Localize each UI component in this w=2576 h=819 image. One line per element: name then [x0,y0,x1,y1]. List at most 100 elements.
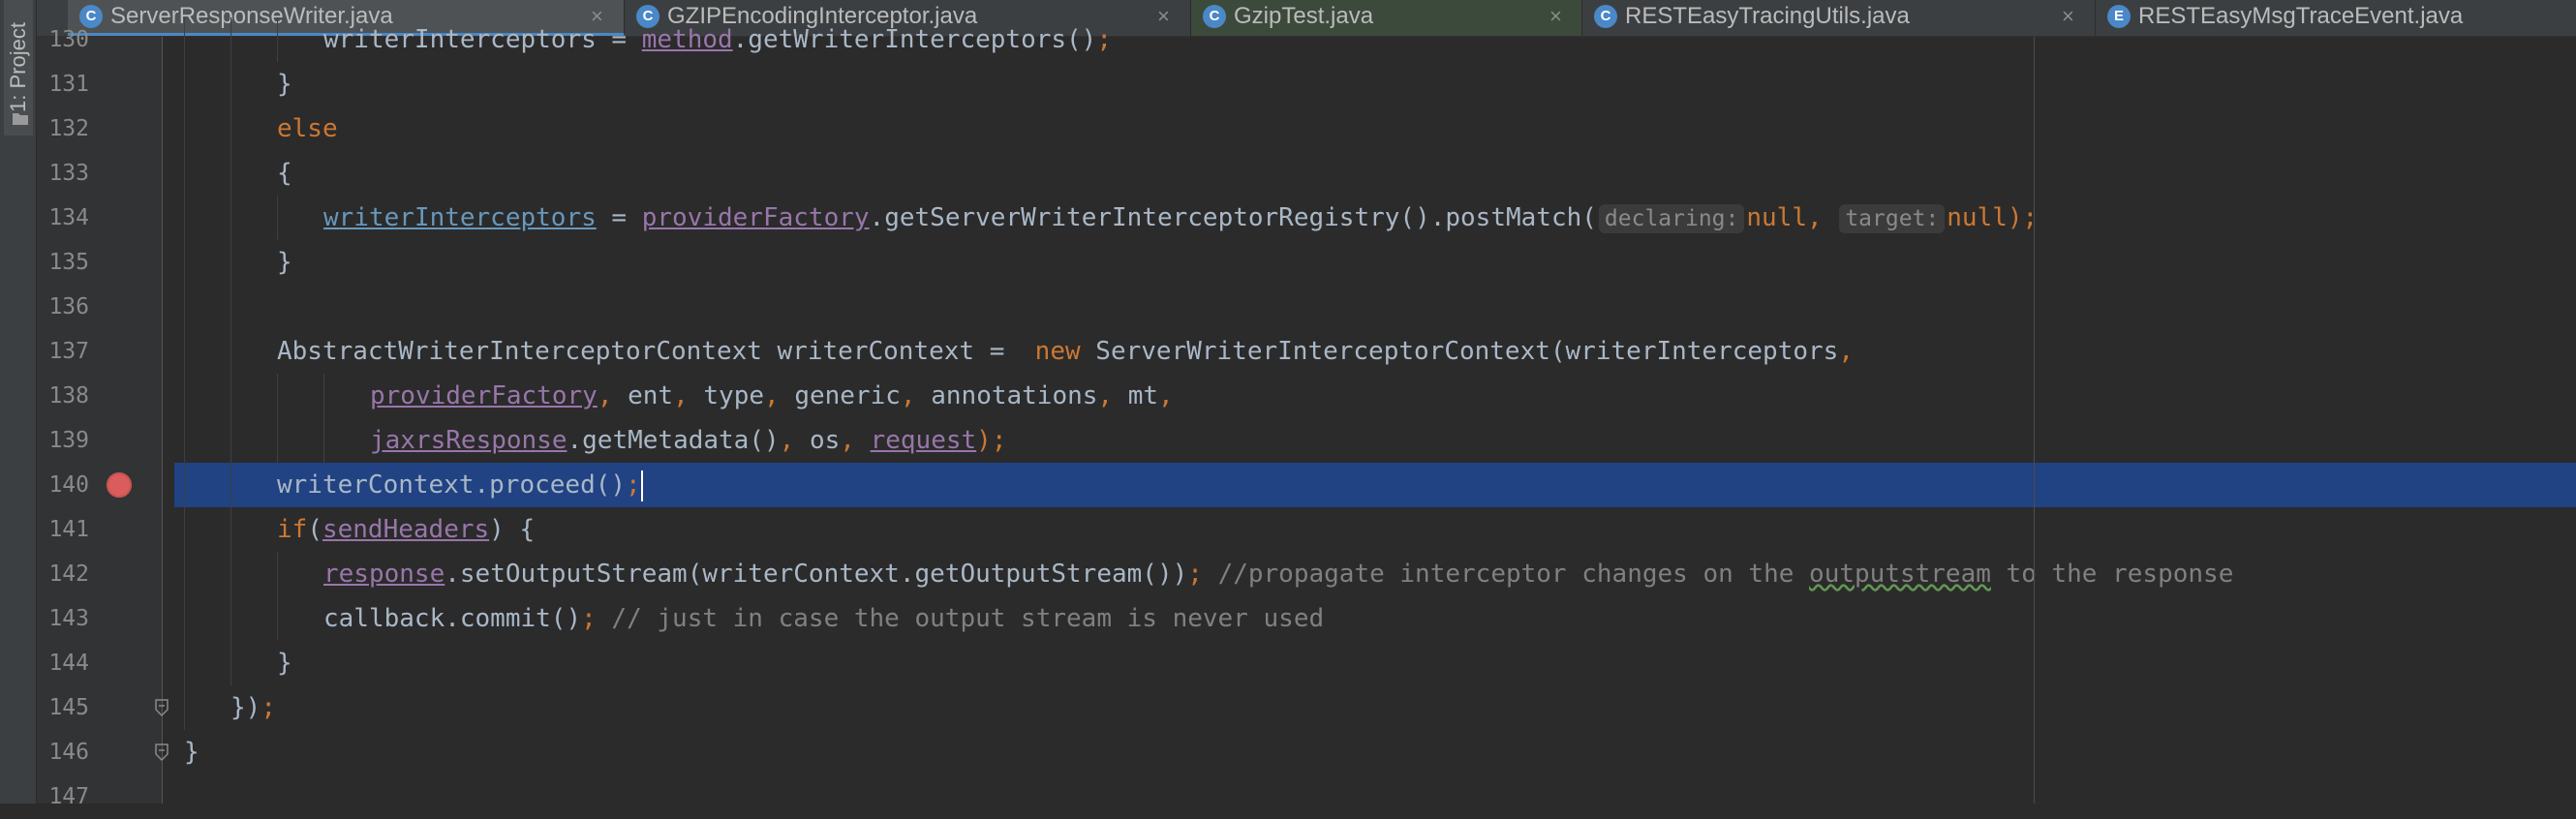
indent-guide [230,151,231,196]
code-text: } [184,730,199,774]
indent-guide [184,62,185,106]
code-line[interactable]: 141 if(sendHeaders) { [37,507,2576,552]
code-token: }) [230,693,261,722]
code-token: writerInterceptors [323,203,597,232]
text-caret [640,470,643,501]
code-token: sendHeaders [322,515,490,544]
code-token: .getWriterInterceptors() [732,25,1097,54]
indent-guide [277,596,278,641]
code-token: { [277,159,292,188]
code-token: method [641,25,733,54]
code-line[interactable]: 143 callback.commit(); // just in case th… [37,596,2576,641]
code-token: , [840,426,871,455]
code-text: if(sendHeaders) { [277,507,535,552]
parameter-hint: target: [1839,204,1946,233]
line-number: 144 [48,651,89,676]
code-token: } [184,738,199,767]
line-number: 137 [48,339,89,364]
code-token: , [673,381,704,410]
indent-guide [184,685,185,730]
code-line[interactable]: 146} [37,730,2576,774]
code-token: annotations [931,381,1098,410]
code-token: ; [1187,560,1218,589]
code-text: jaxrsResponse.getMetadata(), os, request… [370,418,1006,463]
indent-guide [323,418,324,463]
line-number: 135 [48,250,89,275]
indent-guide [230,240,231,285]
indent-guide [230,374,231,418]
code-token: else [277,114,338,143]
code-token: null [1746,203,1808,232]
code-line[interactable]: 136 [37,285,2576,329]
code-token: ; [261,693,276,722]
code-token: , [764,381,795,410]
code-text: } [277,62,292,106]
line-number: 139 [48,428,89,453]
code-line[interactable]: 132 else [37,106,2576,151]
code-text: response.setOutputStream(writerContext.g… [323,552,2233,596]
fold-marker-icon[interactable] [154,743,169,761]
code-line[interactable]: 145}); [37,685,2576,730]
code-token: generic [794,381,901,410]
code-token: } [277,70,292,99]
code-line[interactable]: 139 jaxrsResponse.getMetadata(), os, requ… [37,418,2576,463]
code-editor[interactable]: 130 writerInterceptors = method.getWriter… [37,17,2576,809]
code-line[interactable]: 130 writerInterceptors = method.getWriter… [37,17,2576,62]
code-token: = [596,203,642,232]
line-number: 145 [48,695,89,720]
code-token: mt [1127,381,1159,410]
line-number: 140 [48,472,89,498]
indent-guide [230,507,231,552]
code-line[interactable]: 144} [37,641,2576,685]
line-number: 131 [48,72,89,97]
code-line[interactable]: 137 AbstractWriterInterceptorContext writ… [37,329,2576,374]
indent-guide [184,507,185,552]
code-line[interactable]: 134 writerInterceptors = providerFactory.… [37,196,2576,240]
code-text: writerContext.proceed(); [277,463,643,507]
indent-guide [184,285,185,329]
code-token: , [1097,381,1128,410]
parameter-hint: declaring: [1598,204,1745,233]
line-number: 147 [48,784,89,809]
line-number: 132 [48,116,89,141]
code-line[interactable]: 135} [37,240,2576,285]
code-line[interactable]: 138 providerFactory, ent, type, generic, … [37,374,2576,418]
indent-guide [230,641,231,685]
indent-guide [230,463,231,507]
code-text: AbstractWriterInterceptorContext writerC… [277,329,1854,374]
code-line[interactable]: 147 [37,774,2576,819]
code-token: AbstractWriterInterceptorContext writerC… [277,337,1035,366]
code-token: ; [581,604,612,633]
indent-guide [230,596,231,641]
breakpoint-icon[interactable] [107,472,132,498]
indent-guide [277,418,278,463]
code-token: jaxrsResponse [370,426,567,455]
indent-guide [277,374,278,418]
line-number: 133 [48,161,89,186]
line-number: 142 [48,561,89,587]
indent-guide [184,329,185,374]
code-token: writerInterceptors = [323,25,642,54]
code-token: , [900,381,932,410]
right-margin-guide [2034,37,2035,804]
line-number: 146 [48,740,89,765]
project-tool-button[interactable]: 1: Project [4,0,33,136]
code-token: } [277,649,292,678]
code-token: //propagate interceptor changes on the [1217,560,1810,589]
code-line[interactable]: 140 writerContext.proceed(); [37,463,2576,507]
code-token: ; [1096,25,1112,54]
code-line[interactable]: 142 response.setOutputStream(writerContex… [37,552,2576,596]
code-token: to the response [1990,560,2234,589]
code-token: new [1034,337,1096,366]
code-line[interactable]: 133 { [37,151,2576,196]
indent-guide [184,151,185,196]
code-token: .setOutputStream(writerContext.getOutput… [445,560,1188,589]
code-token: response [323,560,445,589]
indent-guide [230,285,231,329]
indent-guide [230,552,231,596]
code-token: request [870,426,977,455]
code-token: , [1807,203,1838,232]
code-token: ServerWriterInterceptorContext(writerInt… [1095,337,1839,366]
fold-marker-icon[interactable] [154,699,169,716]
code-line[interactable]: 131} [37,62,2576,106]
